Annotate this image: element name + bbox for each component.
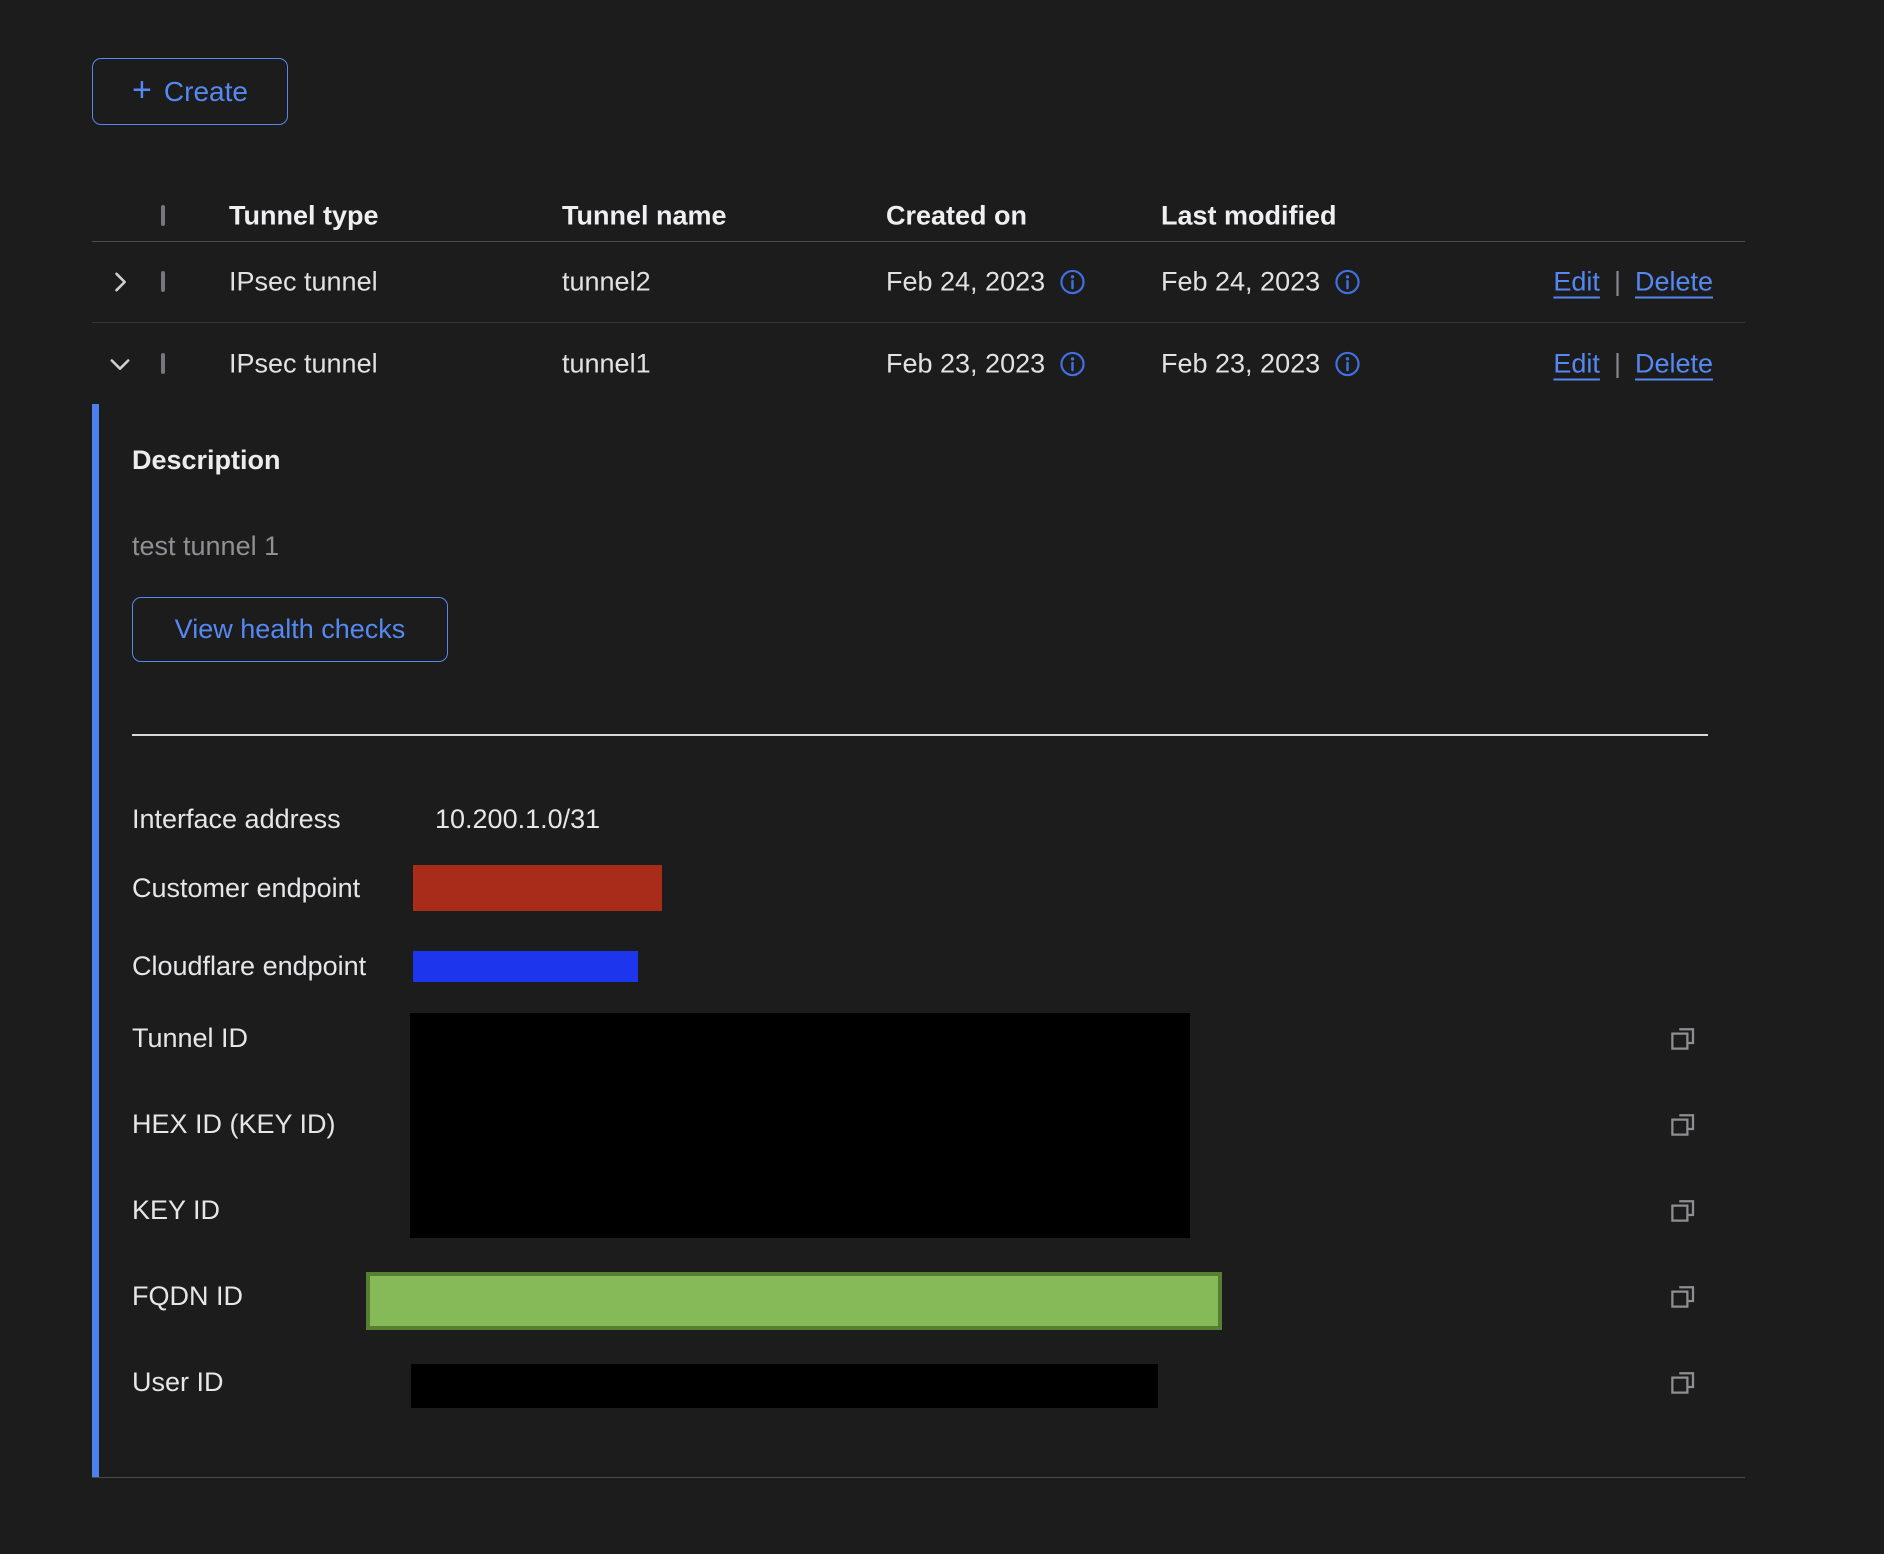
create-button[interactable]: + Create (92, 58, 288, 125)
user-id-label: User ID (132, 1365, 224, 1399)
expansion-accent-bar (92, 404, 99, 1477)
collapse-row-button[interactable] (106, 350, 134, 378)
table-row: IPsec tunnel tunnel2 Feb 24, 2023 Feb 24… (92, 242, 1745, 323)
interface-address-label: Interface address (132, 802, 341, 836)
action-separator: | (1614, 348, 1621, 379)
table-header-row: Tunnel type Tunnel name Created on Last … (92, 190, 1745, 242)
edit-link[interactable]: Edit (1553, 348, 1600, 379)
action-separator: | (1614, 267, 1621, 298)
info-icon[interactable] (1334, 350, 1361, 377)
tunnel-type-cell: IPsec tunnel (229, 267, 378, 298)
key-id-label: KEY ID (132, 1193, 220, 1227)
table-row: IPsec tunnel tunnel1 Feb 23, 2023 Feb 23… (92, 323, 1745, 404)
copy-icon (1668, 1023, 1698, 1053)
created-on-cell: Feb 23, 2023 (886, 348, 1045, 379)
copy-icon (1668, 1367, 1698, 1397)
description-value: test tunnel 1 (132, 531, 279, 562)
view-health-checks-button[interactable]: View health checks (132, 597, 448, 662)
created-on-cell: Feb 24, 2023 (886, 267, 1045, 298)
section-divider (132, 734, 1708, 736)
copy-icon (1668, 1195, 1698, 1225)
create-button-label: Create (164, 76, 248, 108)
ipsec-tunnels-page: + Create Tunnel type Tunnel name Created… (0, 0, 1884, 1554)
copy-tunnel-id-button[interactable] (1668, 1023, 1698, 1053)
column-header-tunnel-type: Tunnel type (229, 200, 379, 231)
copy-user-id-button[interactable] (1668, 1367, 1698, 1397)
hex-id-label: HEX ID (KEY ID) (132, 1107, 336, 1141)
copy-icon (1668, 1281, 1698, 1311)
description-label: Description (132, 445, 281, 476)
fqdn-id-redacted-value (366, 1272, 1222, 1330)
tunnel-name-cell: tunnel2 (562, 267, 651, 298)
user-id-redacted-value (411, 1364, 1158, 1408)
info-icon[interactable] (1059, 269, 1086, 296)
tunnel-type-cell: IPsec tunnel (229, 348, 378, 379)
expanded-tunnel-details: Description test tunnel 1 View health ch… (92, 404, 1745, 1478)
info-icon[interactable] (1334, 269, 1361, 296)
tunnel-id-label: Tunnel ID (132, 1021, 248, 1055)
tunnel-name-cell: tunnel1 (562, 348, 651, 379)
expand-row-button[interactable] (106, 268, 134, 296)
cloudflare-endpoint-redacted-value (413, 951, 638, 982)
copy-fqdn-id-button[interactable] (1668, 1281, 1698, 1311)
row-checkbox[interactable] (161, 353, 165, 374)
ids-redacted-value (410, 1013, 1190, 1238)
column-header-last-modified: Last modified (1161, 200, 1337, 231)
fqdn-id-label: FQDN ID (132, 1279, 243, 1313)
chevron-right-icon (106, 268, 134, 296)
last-modified-cell: Feb 23, 2023 (1161, 348, 1320, 379)
customer-endpoint-label: Customer endpoint (132, 871, 360, 905)
cloudflare-endpoint-label: Cloudflare endpoint (132, 949, 366, 983)
column-header-created-on: Created on (886, 200, 1027, 231)
delete-link[interactable]: Delete (1635, 348, 1713, 379)
delete-link[interactable]: Delete (1635, 267, 1713, 298)
copy-icon (1668, 1109, 1698, 1139)
column-header-tunnel-name: Tunnel name (562, 200, 727, 231)
edit-link[interactable]: Edit (1553, 267, 1600, 298)
tunnels-table: Tunnel type Tunnel name Created on Last … (92, 190, 1745, 1478)
info-icon[interactable] (1059, 350, 1086, 377)
copy-key-id-button[interactable] (1668, 1195, 1698, 1225)
plus-icon: + (132, 73, 152, 107)
interface-address-value: 10.200.1.0/31 (435, 802, 600, 836)
last-modified-cell: Feb 24, 2023 (1161, 267, 1320, 298)
row-checkbox[interactable] (161, 271, 165, 292)
select-all-checkbox[interactable] (161, 205, 165, 226)
customer-endpoint-redacted-value (413, 865, 662, 911)
copy-hex-id-button[interactable] (1668, 1109, 1698, 1139)
chevron-down-icon (106, 350, 134, 378)
